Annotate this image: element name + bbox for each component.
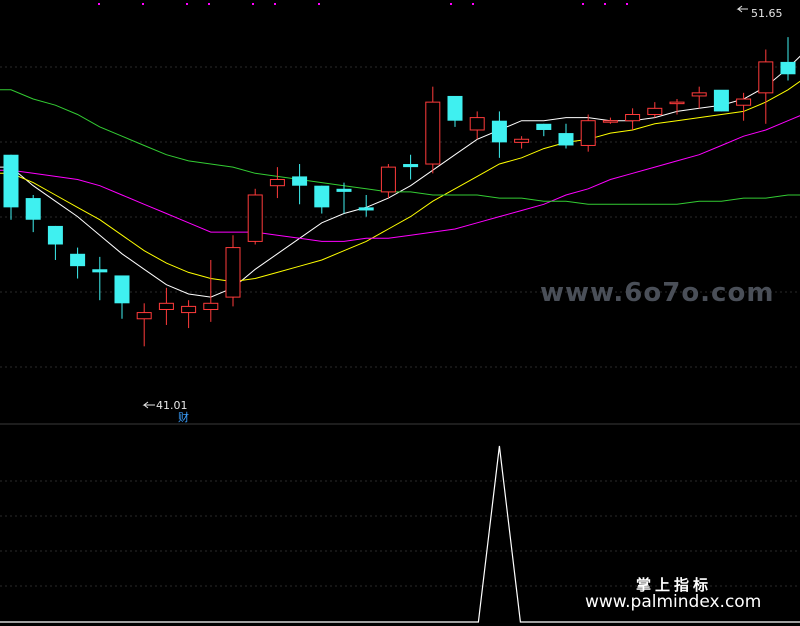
candle-body	[336, 188, 352, 192]
candle-body	[491, 120, 507, 143]
candle-body	[25, 198, 41, 220]
candle	[736, 92, 752, 121]
candle	[380, 164, 396, 199]
candle	[691, 86, 707, 109]
candle-body	[314, 185, 330, 208]
candle-body	[203, 302, 219, 310]
watermark-site: www.palmindex.com	[585, 592, 761, 612]
candle	[558, 123, 574, 149]
candle-body	[647, 107, 663, 116]
candle	[358, 194, 374, 217]
watermark-gray: www.6o7o.com	[540, 278, 774, 308]
candle	[292, 164, 308, 205]
candle	[580, 114, 596, 152]
candle-body	[247, 194, 263, 242]
candle	[136, 303, 152, 347]
candle-body	[580, 120, 596, 146]
candle-body	[669, 101, 685, 105]
stock-chart: 51.65 41.01 财 www.6o7o.com 掌上指标 www.palm…	[0, 3, 800, 623]
candle	[70, 247, 86, 279]
candle	[47, 225, 63, 260]
top-marker	[252, 3, 254, 5]
candle	[3, 154, 19, 220]
candle-body	[758, 61, 774, 94]
top-marker	[626, 3, 628, 5]
candle	[225, 235, 241, 307]
candle	[713, 89, 729, 112]
candle-body	[514, 138, 530, 143]
candle-body	[558, 133, 574, 146]
candle	[181, 300, 197, 329]
high-price-label: 51.65	[751, 7, 783, 20]
candle	[203, 259, 219, 322]
candle-body	[181, 305, 197, 314]
top-marker	[186, 3, 188, 5]
candle-body	[780, 61, 796, 75]
candle	[536, 123, 552, 137]
candle	[114, 275, 130, 319]
candle-body	[269, 179, 285, 187]
candle-body	[225, 247, 241, 298]
candle-body	[158, 302, 174, 310]
candle-body	[425, 101, 441, 165]
ma-line-2	[0, 115, 800, 242]
candle	[447, 95, 463, 127]
candle	[758, 49, 774, 124]
candle	[336, 182, 352, 214]
low-marker-label: 财	[178, 410, 189, 424]
candle	[469, 111, 485, 140]
top-marker	[604, 3, 606, 5]
top-marker	[582, 3, 584, 5]
candle-body	[47, 225, 63, 245]
candle	[269, 167, 285, 199]
top-marker	[208, 3, 210, 5]
candle-body	[447, 95, 463, 121]
top-marker	[274, 3, 276, 5]
price-annotations: 51.65 41.01 财	[142, 5, 783, 424]
top-marker	[142, 3, 144, 5]
candle	[669, 99, 685, 115]
candle	[403, 154, 419, 180]
candle-body	[114, 275, 130, 304]
candle	[491, 111, 507, 158]
candle-body	[292, 176, 308, 186]
candle-body	[403, 164, 419, 168]
candle-body	[380, 166, 396, 193]
candle	[780, 37, 796, 81]
candle-body	[536, 123, 552, 130]
candle-body	[602, 120, 618, 123]
ma-line-3	[0, 89, 800, 205]
candle	[92, 256, 108, 301]
candle-body	[3, 154, 19, 208]
candle-body	[136, 312, 152, 320]
candle-body	[70, 253, 86, 267]
candle-body	[691, 92, 707, 97]
top-marker	[98, 3, 100, 5]
candle-body	[92, 269, 108, 273]
top-marker	[318, 3, 320, 5]
candle-body	[625, 114, 641, 122]
candle	[158, 287, 174, 325]
candle	[602, 117, 618, 124]
top-marker	[450, 3, 452, 5]
top-marker	[472, 3, 474, 5]
candle	[514, 136, 530, 149]
candle-body	[713, 89, 729, 112]
ma-line-0	[0, 55, 800, 298]
candle-body	[358, 207, 374, 211]
candle	[247, 188, 263, 245]
candle	[625, 108, 641, 130]
candle	[314, 185, 330, 214]
candle	[647, 102, 663, 118]
candle	[25, 194, 41, 233]
candle-body	[469, 117, 485, 131]
candle	[425, 86, 441, 174]
candle-body	[736, 98, 752, 106]
ma-line-1	[0, 80, 800, 283]
moving-average-lines	[0, 55, 800, 298]
watermarks: www.6o7o.com 掌上指标 www.palmindex.com	[540, 278, 774, 612]
